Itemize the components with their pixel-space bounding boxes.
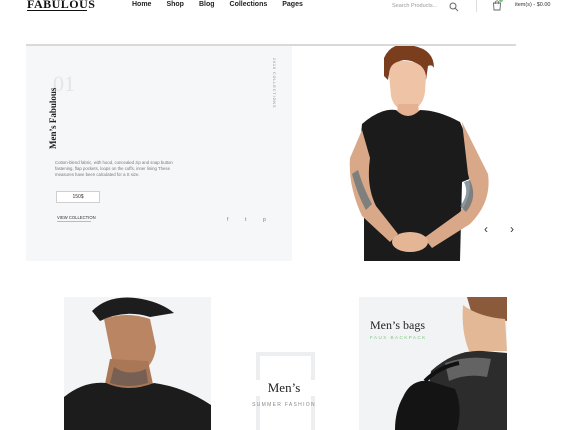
slide-title: Men’s Fabulous: [48, 87, 58, 149]
banner-right-subtitle: FAUX BACKPACK: [370, 335, 427, 340]
header-divider: [476, 0, 477, 12]
slider-next-arrow[interactable]: ›: [510, 222, 514, 236]
nav-home[interactable]: Home: [132, 1, 151, 8]
banner-right-title: Men’s bags: [370, 318, 425, 332]
nav-shop[interactable]: Shop: [166, 1, 184, 8]
view-collection-link[interactable]: VIEW COLLECTION: [57, 215, 96, 220]
banner-model-cap[interactable]: [64, 297, 211, 430]
nav-collections[interactable]: Collections: [230, 1, 268, 8]
main-nav: Home Shop Blog Collections Pages: [132, 1, 318, 8]
site-header: FABULOUS Home Shop Blog Collections Page…: [0, 0, 570, 14]
slide-description: Cotton-blend fabric, with hood, conceale…: [55, 160, 173, 177]
collection-label-wrapper: 2016 COLLECTIONS: [266, 58, 278, 124]
slide-title-wrapper: Men’s Fabulous: [48, 88, 78, 153]
model-cap-illustration: [64, 297, 211, 430]
model-illustration: [349, 46, 489, 261]
nav-pages[interactable]: Pages: [282, 1, 303, 8]
slider-prev-arrow[interactable]: ‹: [484, 222, 488, 236]
search-icon[interactable]: [449, 2, 459, 12]
cart-summary[interactable]: item(s) - $0.00: [515, 2, 550, 8]
pinterest-icon[interactable]: p: [263, 217, 266, 223]
banner-mens-bags[interactable]: [359, 297, 507, 430]
nav-blog[interactable]: Blog: [199, 1, 215, 8]
logo-underline: [27, 10, 87, 11]
collection-label: 2016 COLLECTIONS: [272, 58, 276, 109]
banner-center-title[interactable]: Men’s: [227, 380, 341, 396]
search-box: [392, 1, 460, 12]
cart-badge: [499, 0, 503, 2]
view-link-underline: [57, 221, 91, 222]
slide-model-image: [292, 46, 516, 261]
search-input[interactable]: [392, 1, 446, 11]
banner-center-subtitle: SUMMER FASHION: [252, 402, 316, 408]
price-tag: 150$: [56, 191, 100, 203]
model-backpack-illustration: [395, 297, 507, 430]
facebook-icon[interactable]: f: [227, 217, 228, 223]
twitter-icon[interactable]: t: [245, 217, 246, 223]
